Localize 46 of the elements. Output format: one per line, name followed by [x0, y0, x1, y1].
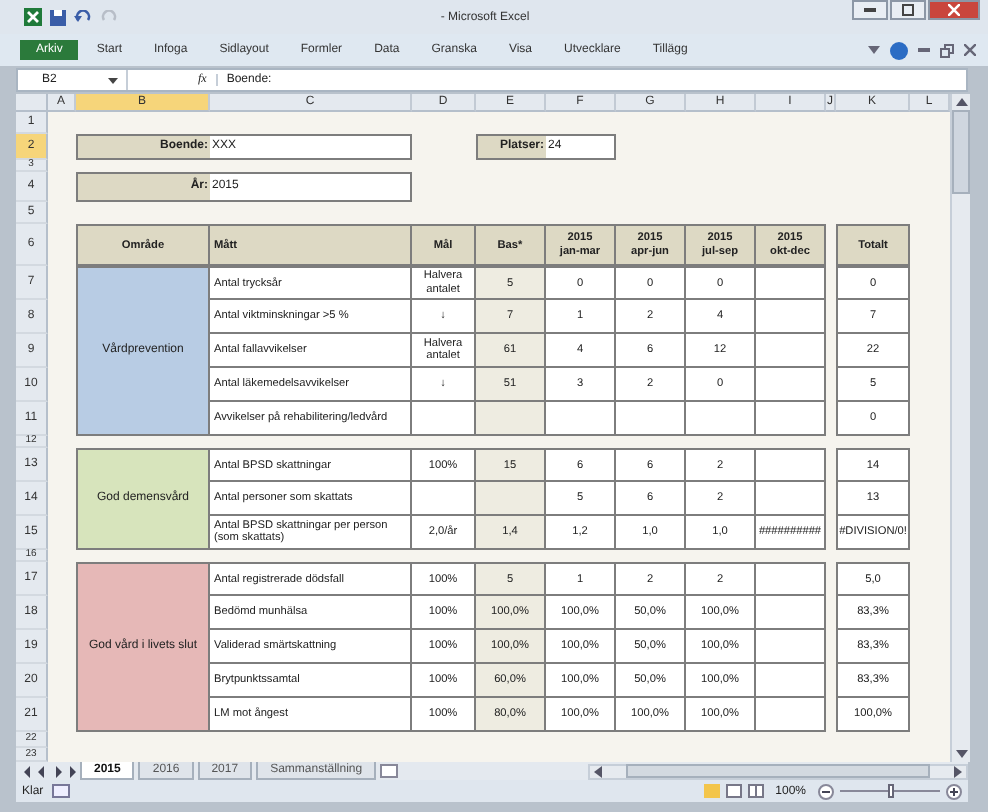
table-cell [686, 402, 756, 437]
undo-icon[interactable] [74, 9, 92, 26]
table-cell [756, 664, 826, 699]
table-cell [546, 402, 616, 437]
minimize-button[interactable] [852, 0, 888, 20]
table-cell [756, 596, 826, 631]
caret-icon[interactable] [868, 46, 880, 55]
horizontal-scrollbar[interactable] [588, 763, 968, 780]
close-icon [948, 4, 960, 16]
scroll-right-icon[interactable] [954, 765, 962, 778]
insert-sheet-icon[interactable] [380, 764, 399, 779]
restore-icon[interactable] [940, 43, 954, 58]
table-cell [756, 334, 826, 369]
zoom-slider-thumb[interactable] [887, 784, 893, 799]
maximize-icon [902, 4, 914, 16]
vertical-scrollbar[interactable] [950, 94, 970, 763]
table-cell [412, 482, 476, 517]
macro-record-icon[interactable] [51, 784, 70, 799]
zoom-out-icon[interactable] [818, 783, 834, 800]
maximize-button[interactable] [890, 0, 926, 20]
page-layout-icon[interactable] [725, 784, 742, 799]
zoom-in-icon[interactable] [946, 783, 962, 800]
table-cell [412, 402, 476, 437]
table-cell [756, 698, 826, 733]
table-cell [756, 482, 826, 517]
close-icon[interactable] [964, 44, 976, 57]
minimize-icon[interactable] [918, 48, 930, 53]
table-cell [756, 630, 826, 665]
save-icon[interactable] [50, 9, 66, 26]
close-button[interactable] [928, 0, 980, 20]
table-cell [756, 402, 826, 437]
spreadsheet-icon[interactable] [24, 8, 42, 27]
scroll-left-icon[interactable] [594, 765, 602, 778]
scroll-thumb[interactable] [952, 110, 970, 195]
table-cell [756, 562, 826, 597]
minimize-icon [864, 8, 876, 12]
sheet-navigation-icon[interactable] [24, 765, 76, 778]
table-cell [756, 266, 826, 301]
table-cell [616, 402, 686, 437]
table-cell [476, 402, 546, 437]
page-break-icon[interactable] [747, 784, 764, 799]
table-cell [756, 368, 826, 403]
scroll-thumb[interactable] [626, 764, 930, 779]
table-cell [756, 448, 826, 483]
table-cell [476, 482, 546, 517]
table-cell [756, 300, 826, 335]
